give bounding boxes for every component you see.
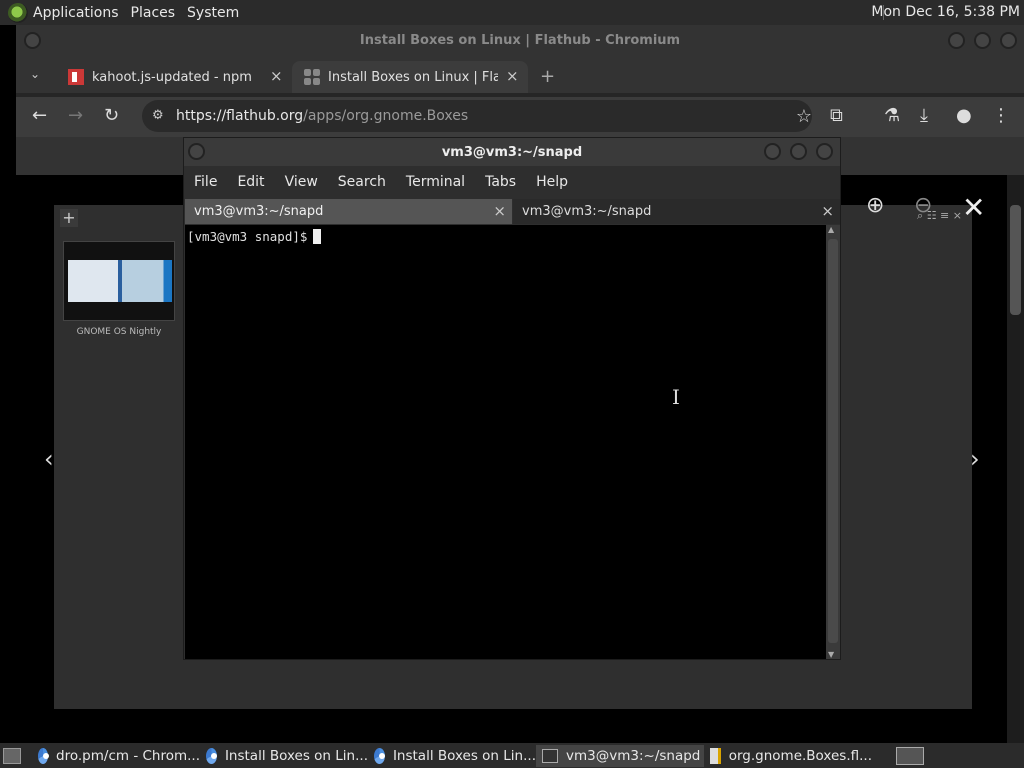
download-icon[interactable]: ⤓ xyxy=(920,106,928,126)
bottom-taskbar: dro.pm/cm - Chrom... Install Boxes on Li… xyxy=(0,743,1024,768)
taskbar-item[interactable]: Install Boxes on Lin... xyxy=(368,745,536,767)
tab-close-icon[interactable]: × xyxy=(270,67,283,85)
terminal-scrollbar[interactable]: ▲ ▼ xyxy=(826,225,840,659)
maximize-button[interactable] xyxy=(790,143,807,160)
terminal-menubar: File Edit View Search Terminal Tabs Help xyxy=(184,166,840,198)
terminal-tab-2[interactable]: vm3@vm3:~/snapd × xyxy=(513,199,840,224)
scrollbar-thumb[interactable] xyxy=(1010,205,1021,315)
terminal-titlebar[interactable]: vm3@vm3:~/snapd xyxy=(184,138,840,166)
previous-arrow-icon[interactable]: ‹ xyxy=(44,445,54,473)
minimize-button[interactable] xyxy=(764,143,781,160)
menu-edit[interactable]: Edit xyxy=(237,174,264,190)
terminal-output[interactable]: [vm3@vm3 snapd]$ xyxy=(185,225,826,659)
vm-thumbnail-label: GNOME OS Nightly xyxy=(76,327,162,337)
chromium-titlebar[interactable]: Install Boxes on Linux | Flathub - Chrom… xyxy=(16,25,1024,57)
vm-thumbnail[interactable] xyxy=(63,241,175,321)
bookmark-star-icon[interactable]: ☆ xyxy=(796,106,812,127)
taskbar-item-label: dro.pm/cm - Chrom... xyxy=(56,748,200,764)
system-menu[interactable]: System xyxy=(187,5,239,21)
close-window-button[interactable] xyxy=(1000,32,1017,49)
extensions-icon[interactable]: ⧉ xyxy=(830,106,843,126)
mouse-pointer-ibeam: I xyxy=(672,385,680,409)
profile-icon[interactable]: ● xyxy=(956,106,972,126)
chromium-icon xyxy=(206,748,217,764)
taskbar-item[interactable]: vm3@vm3:~/snapd xyxy=(536,745,704,767)
taskbar-item-label: vm3@vm3:~/snapd xyxy=(566,748,701,764)
menu-file[interactable]: File xyxy=(194,174,217,190)
url-text[interactable]: https://flathub.org/apps/org.gnome.Boxes xyxy=(176,108,468,124)
forward-icon[interactable]: → xyxy=(68,106,83,126)
taskbar-item[interactable]: org.gnome.Boxes.fl... xyxy=(704,745,872,767)
scrollbar-thumb[interactable] xyxy=(828,239,838,643)
zoom-out-icon[interactable]: ⊖ xyxy=(914,193,932,218)
tab-npm[interactable]: kahoot.js-updated - npm × xyxy=(56,61,292,93)
browser-toolbar: ← → ↻ ⚙ https://flathub.org/apps/org.gno… xyxy=(16,97,1024,137)
tab-title: Install Boxes on Linux | Flath xyxy=(328,69,498,85)
tab-search-icon[interactable]: ⌄ xyxy=(30,67,40,81)
terminal-title: vm3@vm3:~/snapd xyxy=(441,145,583,160)
window-title: Install Boxes on Linux | Flathub - Chrom… xyxy=(359,33,681,48)
reload-icon[interactable]: ↻ xyxy=(104,106,119,126)
taskbar-item-label: Install Boxes on Lin... xyxy=(392,748,536,764)
tab-title: kahoot.js-updated - npm xyxy=(92,69,252,85)
vm-screen-preview xyxy=(68,260,172,302)
scroll-up-icon[interactable]: ▲ xyxy=(828,225,834,234)
tab-flathub[interactable]: Install Boxes on Linux | Flath × xyxy=(292,61,528,93)
applications-menu[interactable]: Applications xyxy=(33,5,119,21)
menu-view[interactable]: View xyxy=(285,174,318,190)
workspace-switcher[interactable] xyxy=(896,747,924,765)
add-icon[interactable]: + xyxy=(60,209,78,227)
places-menu[interactable]: Places xyxy=(131,5,176,21)
top-panel: Applications Places System Mon Dec 16, 5… xyxy=(0,0,1024,25)
page-scrollbar[interactable] xyxy=(1007,175,1024,743)
new-tab-button[interactable]: + xyxy=(540,66,555,87)
tab-close-icon[interactable]: × xyxy=(821,202,834,220)
next-arrow-icon[interactable]: › xyxy=(970,445,980,473)
close-window-button[interactable] xyxy=(816,143,833,160)
menu-terminal[interactable]: Terminal xyxy=(406,174,465,190)
menu-tabs[interactable]: Tabs xyxy=(485,174,516,190)
flathub-favicon-icon xyxy=(304,69,320,85)
tab-strip: ⌄ kahoot.js-updated - npm × Install Boxe… xyxy=(16,57,1024,93)
menu-help[interactable]: Help xyxy=(536,174,568,190)
terminal-icon xyxy=(542,749,558,763)
back-icon[interactable]: ← xyxy=(32,106,47,126)
chromium-icon xyxy=(38,748,50,764)
labs-icon[interactable]: ⚗ xyxy=(884,106,900,126)
chromium-icon xyxy=(374,748,385,764)
taskbar-item-label: Install Boxes on Lin... xyxy=(224,748,368,764)
menu-search[interactable]: Search xyxy=(338,174,386,190)
terminal-tab-title: vm3@vm3:~/snapd xyxy=(194,204,324,219)
text-cursor xyxy=(313,229,322,244)
distro-logo-icon[interactable] xyxy=(8,2,28,23)
top-panel-menu: Applications Places System xyxy=(8,2,251,23)
text-editor-icon xyxy=(710,748,721,764)
terminal-tab-title: vm3@vm3:~/snapd xyxy=(522,204,652,219)
terminal-tab-1[interactable]: vm3@vm3:~/snapd × xyxy=(185,199,512,224)
chrome-menu-icon[interactable]: ⋮ xyxy=(992,106,1010,126)
npm-favicon-icon xyxy=(68,69,84,85)
clock[interactable]: Mon Dec 16, 5:38 PM xyxy=(871,4,1020,20)
maximize-button[interactable] xyxy=(974,32,991,49)
lightbox-close-icon[interactable]: ✕ xyxy=(962,191,985,224)
shell-prompt: [vm3@vm3 snapd]$ xyxy=(187,229,322,244)
tab-close-icon[interactable]: × xyxy=(493,202,506,220)
zoom-in-icon[interactable]: ⊕ xyxy=(866,193,884,218)
address-bar[interactable]: ⚙ https://flathub.org/apps/org.gnome.Box… xyxy=(142,100,812,132)
taskbar-item-label: org.gnome.Boxes.fl... xyxy=(728,748,872,764)
site-info-icon[interactable]: ⚙ xyxy=(152,108,164,123)
terminal-window: vm3@vm3:~/snapd File Edit View Search Te… xyxy=(183,137,841,660)
tab-close-icon[interactable]: × xyxy=(506,67,519,85)
minimize-button[interactable] xyxy=(948,32,965,49)
scroll-down-icon[interactable]: ▼ xyxy=(828,650,834,659)
taskbar-item[interactable]: Install Boxes on Lin... xyxy=(200,745,368,767)
taskbar-item[interactable]: dro.pm/cm - Chrom... xyxy=(32,745,200,767)
show-desktop-icon[interactable] xyxy=(3,748,21,764)
